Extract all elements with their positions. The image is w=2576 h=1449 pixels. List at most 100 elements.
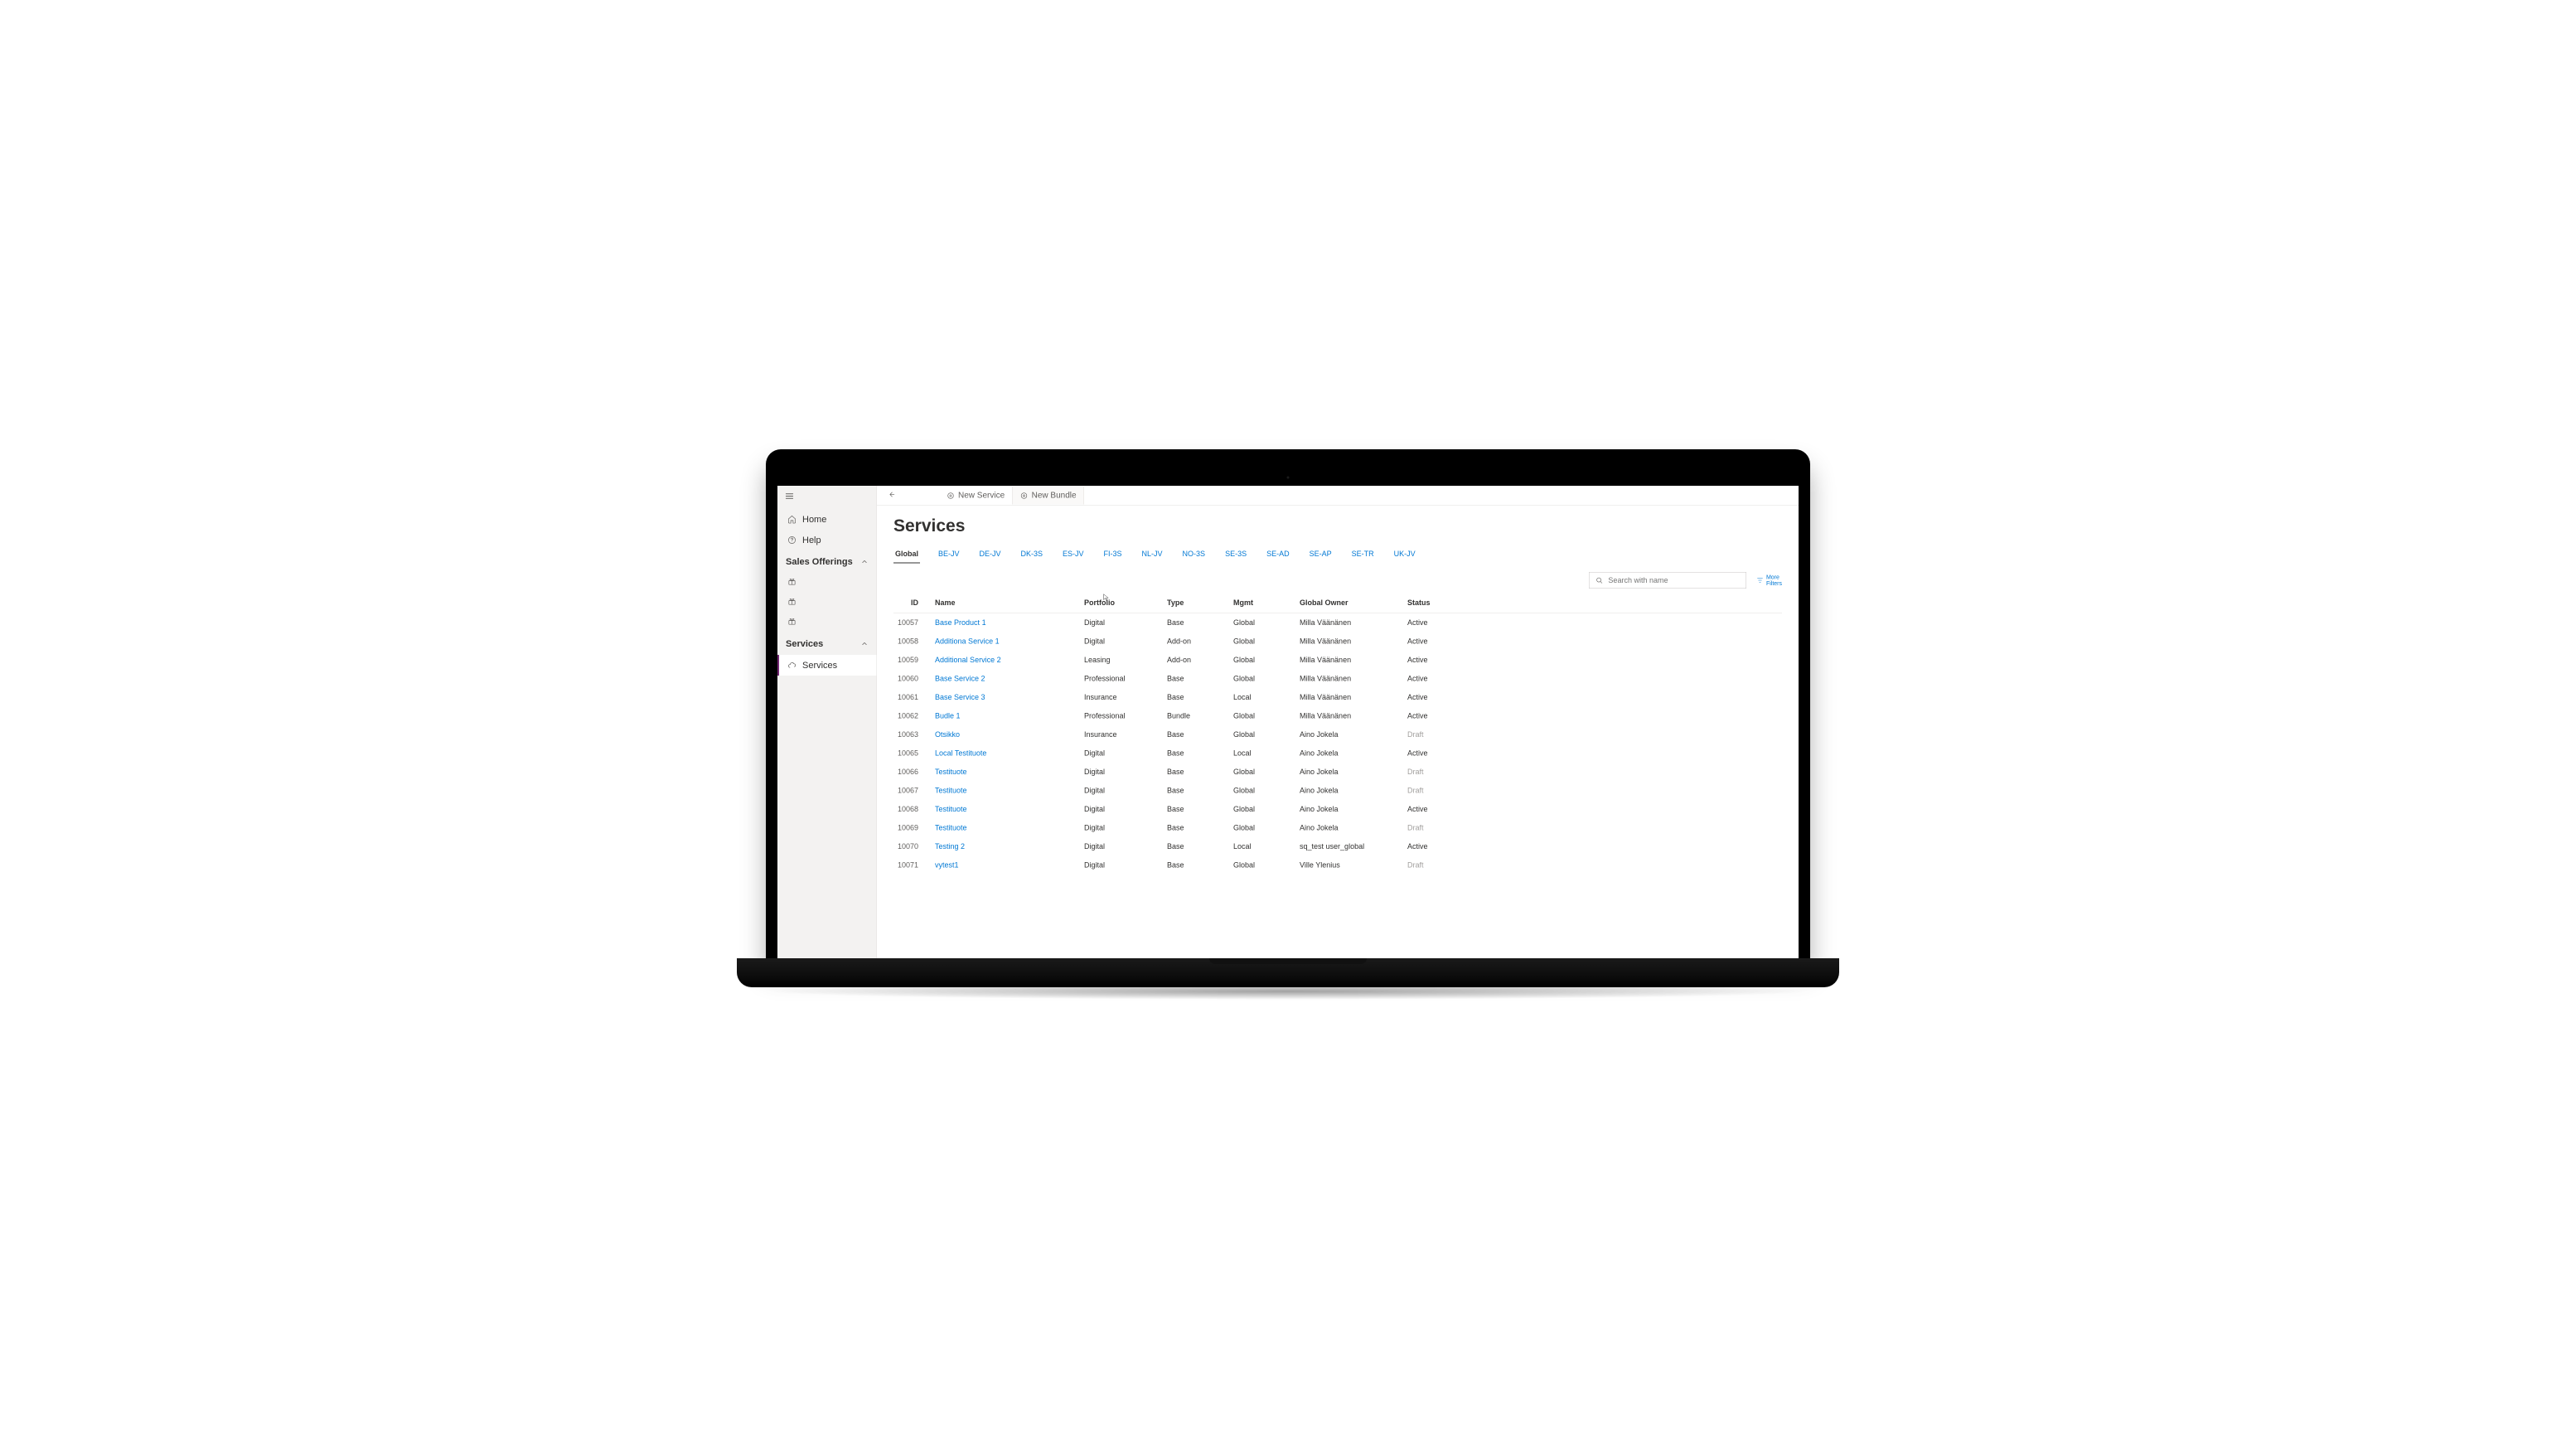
- service-link[interactable]: Otsikko: [935, 730, 960, 739]
- cell-type: Add-on: [1163, 651, 1229, 670]
- new-service-button[interactable]: New Service: [939, 487, 1012, 505]
- tab-fi-3s[interactable]: FI-3S: [1102, 545, 1124, 564]
- tab-se-3s[interactable]: SE-3S: [1223, 545, 1248, 564]
- services-table: ID Name Portfolio Type Mgmt Global Owner…: [893, 593, 1782, 875]
- cell-status: Active: [1403, 837, 1782, 856]
- cell-type: Bundle: [1163, 707, 1229, 726]
- cell-type: Base: [1163, 725, 1229, 744]
- cell-type: Base: [1163, 819, 1229, 838]
- cell-mgmt: Global: [1229, 670, 1295, 689]
- service-link[interactable]: Testituote: [935, 768, 967, 776]
- table-row: 10067TestituoteDigitalBaseGlobalAino Jok…: [893, 782, 1782, 801]
- cell-owner: Milla Väänänen: [1295, 632, 1403, 652]
- table-row: 10060Base Service 2ProfessionalBaseGloba…: [893, 670, 1782, 689]
- new-bundle-button[interactable]: New Bundle: [1012, 487, 1084, 505]
- hamburger-menu-button[interactable]: [777, 486, 877, 509]
- tab-be-jv[interactable]: BE-JV: [937, 545, 961, 564]
- cell-name: Budle 1: [931, 707, 1080, 726]
- service-link[interactable]: Base Service 2: [935, 675, 985, 683]
- sidebar-item-label: Help: [802, 535, 821, 545]
- service-link[interactable]: Budle 1: [935, 712, 961, 720]
- sidebar-item-home[interactable]: Home: [777, 509, 877, 530]
- cell-mgmt: Global: [1229, 725, 1295, 744]
- tab-no-3s[interactable]: NO-3S: [1181, 545, 1208, 564]
- tab-dk-3s[interactable]: DK-3S: [1019, 545, 1045, 564]
- cell-name: Additiona Service 1: [931, 632, 1080, 652]
- home-icon: [787, 515, 797, 524]
- tab-de-jv[interactable]: DE-JV: [978, 545, 1003, 564]
- cell-status: Draft: [1403, 782, 1782, 801]
- tab-es-jv[interactable]: ES-JV: [1061, 545, 1086, 564]
- cell-status: Active: [1403, 800, 1782, 819]
- cell-owner: Milla Väänänen: [1295, 613, 1403, 632]
- sidebar-section-services[interactable]: Services: [777, 632, 877, 655]
- col-status[interactable]: Status: [1403, 593, 1782, 613]
- col-id[interactable]: ID: [893, 593, 931, 613]
- cell-owner: Aino Jokela: [1295, 763, 1403, 782]
- sidebar-offering-item-2[interactable]: [777, 593, 877, 613]
- cell-type: Base: [1163, 763, 1229, 782]
- cell-owner: sq_test user_global: [1295, 837, 1403, 856]
- sidebar-offering-item-3[interactable]: [777, 613, 877, 632]
- cell-portfolio: Digital: [1080, 856, 1163, 875]
- cell-status: Draft: [1403, 763, 1782, 782]
- cell-mgmt: Local: [1229, 744, 1295, 763]
- cell-owner: Aino Jokela: [1295, 819, 1403, 838]
- back-button[interactable]: [877, 490, 906, 501]
- cell-portfolio: Digital: [1080, 632, 1163, 652]
- cell-status: Active: [1403, 670, 1782, 689]
- cell-owner: Aino Jokela: [1295, 782, 1403, 801]
- service-link[interactable]: Base Product 1: [935, 618, 986, 627]
- cell-name: Additional Service 2: [931, 651, 1080, 670]
- cell-type: Base: [1163, 688, 1229, 707]
- col-type[interactable]: Type: [1163, 593, 1229, 613]
- cell-status: Active: [1403, 707, 1782, 726]
- sidebar-item-label: Home: [802, 514, 826, 525]
- search-box[interactable]: [1589, 572, 1746, 589]
- col-name[interactable]: Name: [931, 593, 1080, 613]
- service-link[interactable]: Additional Service 2: [935, 656, 1001, 664]
- sidebar-item-help[interactable]: Help: [777, 530, 877, 550]
- cell-status: Active: [1403, 613, 1782, 632]
- laptop-frame: Home Help Sales Offerings: [766, 449, 1810, 1000]
- service-link[interactable]: Base Service 3: [935, 693, 985, 701]
- service-link[interactable]: Testituote: [935, 787, 967, 795]
- table-row: 10070Testing 2DigitalBaseLocalsq_test us…: [893, 837, 1782, 856]
- cell-name: Base Product 1: [931, 613, 1080, 632]
- service-link[interactable]: Additiona Service 1: [935, 637, 1000, 646]
- search-input[interactable]: [1608, 576, 1740, 585]
- table-row: 10069TestituoteDigitalBaseGlobalAino Jok…: [893, 819, 1782, 838]
- tab-uk-jv[interactable]: UK-JV: [1392, 545, 1417, 564]
- sidebar-offering-item-1[interactable]: [777, 573, 877, 593]
- more-filters-button[interactable]: More Filters: [1756, 574, 1782, 586]
- cell-id: 10057: [893, 613, 931, 632]
- toolbar-button-label: New Bundle: [1032, 491, 1077, 501]
- service-link[interactable]: Testituote: [935, 824, 967, 832]
- cell-owner: Milla Väänänen: [1295, 670, 1403, 689]
- cell-name: vytest1: [931, 856, 1080, 875]
- arrow-left-icon: [886, 490, 897, 498]
- cell-owner: Aino Jokela: [1295, 725, 1403, 744]
- cell-id: 10062: [893, 707, 931, 726]
- cell-mgmt: Global: [1229, 819, 1295, 838]
- service-link[interactable]: Testituote: [935, 805, 967, 813]
- col-owner[interactable]: Global Owner: [1295, 593, 1403, 613]
- cell-mgmt: Global: [1229, 763, 1295, 782]
- tab-nl-jv[interactable]: NL-JV: [1140, 545, 1165, 564]
- service-link[interactable]: Local Testituote: [935, 749, 986, 758]
- tab-se-ap[interactable]: SE-AP: [1308, 545, 1334, 564]
- col-portfolio[interactable]: Portfolio: [1080, 593, 1163, 613]
- tab-se-ad[interactable]: SE-AD: [1265, 545, 1291, 564]
- table-row: 10066TestituoteDigitalBaseGlobalAino Jok…: [893, 763, 1782, 782]
- tab-global[interactable]: Global: [893, 545, 920, 564]
- service-link[interactable]: Testing 2: [935, 842, 965, 850]
- col-mgmt[interactable]: Mgmt: [1229, 593, 1295, 613]
- content: Services GlobalBE-JVDE-JVDK-3SES-JVFI-3S…: [877, 506, 1799, 958]
- plus-circle-icon: [1020, 492, 1029, 500]
- service-link[interactable]: vytest1: [935, 861, 959, 870]
- more-filters-label-2: Filters: [1766, 580, 1782, 587]
- help-icon: [787, 536, 797, 545]
- sidebar-item-services[interactable]: Services: [777, 655, 877, 676]
- sidebar-section-sales-offerings[interactable]: Sales Offerings: [777, 550, 877, 573]
- tab-se-tr[interactable]: SE-TR: [1350, 545, 1376, 564]
